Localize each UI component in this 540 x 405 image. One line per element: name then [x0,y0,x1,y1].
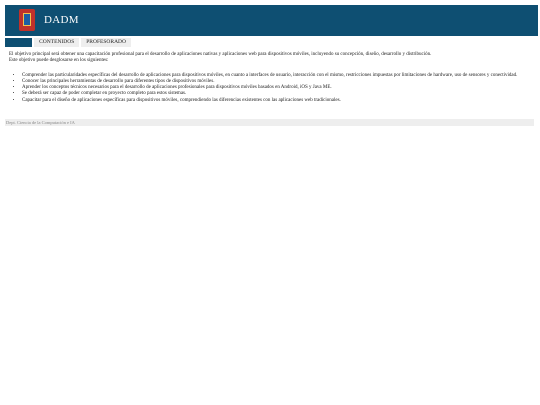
main-nav: Inicio Contenidos Profesorado [5,38,131,47]
tab-profesorado[interactable]: Profesorado [81,38,131,47]
list-item: Capacitar para el diseño de aplicaciones… [22,98,529,104]
shield-emblem [23,13,31,26]
site-title[interactable]: DADM [44,14,79,26]
university-shield-icon[interactable] [19,9,35,31]
site-footer: Dept. Ciencia de la Computación e IA [5,119,534,126]
site-header: DADM [5,5,538,36]
main-content: El objetivo principal será obtener una c… [9,52,529,104]
tab-contenidos[interactable]: Contenidos [34,38,80,47]
tab-inicio[interactable]: Inicio [5,38,33,47]
objectives-list: Comprender las particularidades específi… [9,73,529,104]
intro-subtext: Este objetivo puede desglosarse en los s… [9,58,109,64]
list-item: Comprender las particularidades específi… [22,73,529,79]
